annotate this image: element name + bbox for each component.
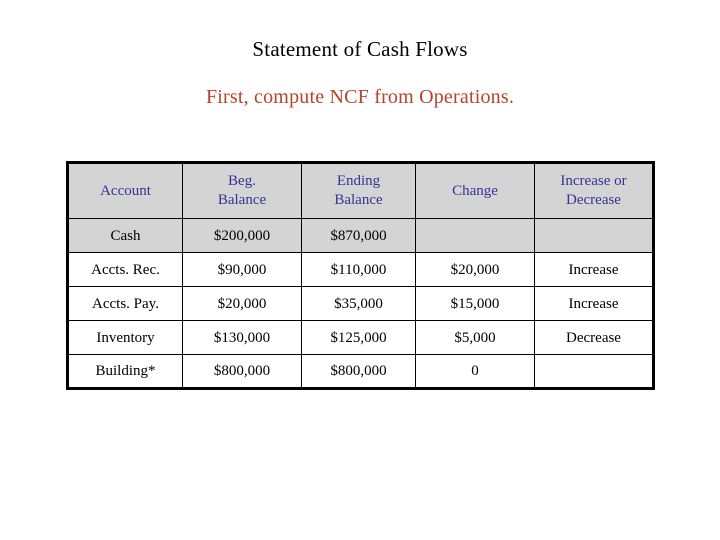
column-header-beg-balance-line2: Balance [217, 192, 267, 208]
cell-change [415, 218, 535, 253]
column-header-increase-or-decrease: Increase or Decrease [534, 162, 654, 219]
table-row: Inventory $130,000 $125,000 $5,000 Decre… [67, 320, 654, 355]
column-header-ending-balance-line1: Ending [336, 173, 381, 189]
cell-account: Building* [67, 354, 183, 389]
cell-ending-balance: $110,000 [301, 252, 416, 287]
cell-beg-balance: $200,000 [182, 218, 302, 253]
cell-increase-or-decrease: Increase [534, 286, 654, 321]
page-title: Statement of Cash Flows [252, 37, 468, 61]
cell-beg-balance: $20,000 [182, 286, 302, 321]
cell-increase-or-decrease [534, 354, 654, 389]
table-row: Accts. Rec. $90,000 $110,000 $20,000 Inc… [67, 252, 654, 287]
table-row: Cash $200,000 $870,000 [67, 218, 654, 253]
slide-canvas: Statement of Cash Flows First, compute N… [0, 0, 720, 540]
column-header-ending-balance-line2: Balance [334, 192, 383, 208]
cell-increase-or-decrease: Decrease [534, 320, 654, 355]
cell-change: 0 [415, 354, 535, 389]
column-header-change: Change [415, 162, 535, 219]
cell-beg-balance: $130,000 [182, 320, 302, 355]
column-header-increase-or-decrease-line1: Increase or [560, 173, 627, 189]
table-body: Account Beg. Balance Ending Balance Chan… [67, 162, 654, 389]
column-header-account: Account [67, 162, 183, 219]
column-header-account-label: Account [100, 182, 151, 199]
cell-beg-balance: $90,000 [182, 252, 302, 287]
table-row: Accts. Pay. $20,000 $35,000 $15,000 Incr… [67, 286, 654, 321]
cell-ending-balance: $35,000 [301, 286, 416, 321]
cell-increase-or-decrease: Increase [534, 252, 654, 287]
cell-ending-balance: $125,000 [301, 320, 416, 355]
cell-change: $20,000 [415, 252, 535, 287]
column-header-beg-balance-line1: Beg. [228, 173, 256, 189]
cell-account: Accts. Pay. [67, 286, 183, 321]
cash-flow-table: Account Beg. Balance Ending Balance Chan… [66, 161, 655, 390]
cell-account: Accts. Rec. [67, 252, 183, 287]
cell-ending-balance: $870,000 [301, 218, 416, 253]
cell-beg-balance: $800,000 [182, 354, 302, 389]
cell-ending-balance: $800,000 [301, 354, 416, 389]
cell-account: Inventory [67, 320, 183, 355]
column-header-increase-or-decrease-line2: Decrease [566, 192, 621, 208]
cell-increase-or-decrease [534, 218, 654, 253]
column-header-ending-balance: Ending Balance [301, 162, 416, 219]
cell-account: Cash [67, 218, 183, 253]
cell-change: $5,000 [415, 320, 535, 355]
column-header-change-label: Change [452, 182, 498, 199]
cell-change: $15,000 [415, 286, 535, 321]
table-header-row: Account Beg. Balance Ending Balance Chan… [67, 162, 654, 219]
cash-flow-table-container: Account Beg. Balance Ending Balance Chan… [66, 161, 655, 390]
slide-subtitle: First, compute NCF from Operations. [205, 86, 515, 108]
table-row: Building* $800,000 $800,000 0 [67, 354, 654, 389]
column-header-beg-balance: Beg. Balance [182, 162, 302, 219]
